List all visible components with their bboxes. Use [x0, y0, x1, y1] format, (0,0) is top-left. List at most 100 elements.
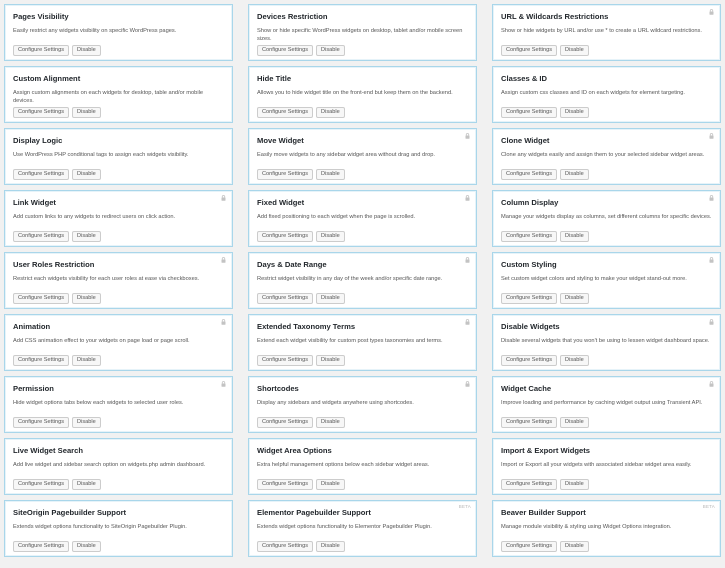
option-card-description: Import or Export all your widgets with a… — [501, 462, 692, 468]
option-card-animation: Animation Add CSS animation effect to you… — [4, 314, 233, 371]
option-card-title: Fixed Widget — [257, 198, 305, 207]
configure-settings-button[interactable]: Configure Settings — [257, 45, 314, 56]
configure-settings-button[interactable]: Configure Settings — [501, 355, 558, 366]
configure-settings-button[interactable]: Configure Settings — [257, 417, 314, 428]
option-card-permission: Permission Hide widget options tabs below… — [4, 376, 233, 433]
configure-settings-button[interactable]: Configure Settings — [257, 293, 314, 304]
lock-icon — [709, 195, 714, 201]
widget-options-grid: Pages Visibility Easily restrict any widg… — [4, 4, 722, 557]
option-card-title: Devices Restriction — [257, 12, 328, 21]
disable-button[interactable]: Disable — [72, 231, 101, 242]
disable-button[interactable]: Disable — [316, 45, 345, 56]
configure-settings-button[interactable]: Configure Settings — [13, 107, 70, 118]
option-card-devices-restriction: Devices Restriction Show or hide specific… — [248, 4, 477, 61]
lock-icon — [221, 195, 226, 201]
lock-icon — [709, 319, 714, 325]
option-card-live-widget-search: Live Widget Search Add live widget and si… — [4, 438, 233, 495]
option-card-description: Add custom links to any widgets to redir… — [13, 214, 176, 220]
disable-button[interactable]: Disable — [316, 417, 345, 428]
option-card-actions: Configure Settings Disable — [13, 541, 101, 552]
disable-button[interactable]: Disable — [72, 479, 101, 490]
disable-button[interactable]: Disable — [316, 107, 345, 118]
option-card-description: Improve loading and performance by cachi… — [501, 400, 703, 406]
option-card-description: Use WordPress PHP conditional tags to as… — [13, 152, 189, 158]
disable-button[interactable]: Disable — [560, 107, 589, 118]
option-card-actions: Configure Settings Disable — [257, 479, 345, 490]
option-card-description: Show or hide specific WordPress widgets … — [257, 28, 463, 42]
disable-button[interactable]: Disable — [560, 169, 589, 180]
configure-settings-button[interactable]: Configure Settings — [257, 479, 314, 490]
configure-settings-button[interactable]: Configure Settings — [13, 231, 70, 242]
disable-button[interactable]: Disable — [72, 541, 101, 552]
disable-button[interactable]: Disable — [72, 355, 101, 366]
option-card-description: Add live widget and sidebar search optio… — [13, 462, 206, 468]
disable-button[interactable]: Disable — [560, 479, 589, 490]
configure-settings-button[interactable]: Configure Settings — [501, 417, 558, 428]
option-card-actions: Configure Settings Disable — [501, 231, 589, 242]
disable-button[interactable]: Disable — [316, 541, 345, 552]
option-card-fixed-widget: Fixed Widget Add fixed positioning to eac… — [248, 190, 477, 247]
option-card-description: Manage module visibility & styling using… — [501, 524, 672, 530]
beta-tag: BETA — [458, 504, 471, 509]
lock-icon — [465, 195, 470, 201]
option-card-actions: Configure Settings Disable — [501, 107, 589, 118]
configure-settings-button[interactable]: Configure Settings — [257, 355, 314, 366]
configure-settings-button[interactable]: Configure Settings — [501, 231, 558, 242]
option-card-title: Import & Export Widgets — [501, 446, 590, 455]
disable-button[interactable]: Disable — [316, 355, 345, 366]
disable-button[interactable]: Disable — [560, 231, 589, 242]
option-card-title: Elementor Pagebuilder Support — [257, 508, 371, 517]
configure-settings-button[interactable]: Configure Settings — [501, 479, 558, 490]
disable-button[interactable]: Disable — [72, 293, 101, 304]
configure-settings-button[interactable]: Configure Settings — [13, 45, 70, 56]
disable-button[interactable]: Disable — [72, 169, 101, 180]
configure-settings-button[interactable]: Configure Settings — [501, 541, 558, 552]
disable-button[interactable]: Disable — [316, 169, 345, 180]
option-card-title: Custom Styling — [501, 260, 557, 269]
option-card-actions: Configure Settings Disable — [257, 169, 345, 180]
option-card-description: Extend each widget visibility for custom… — [257, 338, 443, 344]
option-card-description: Add CSS animation effect to your widgets… — [13, 338, 190, 344]
option-card-description: Disable several widgets that you won't b… — [501, 338, 710, 344]
option-card-link-widget: Link Widget Add custom links to any widge… — [4, 190, 233, 247]
option-card-description: Add fixed positioning to each widget whe… — [257, 214, 416, 220]
configure-settings-button[interactable]: Configure Settings — [13, 169, 70, 180]
disable-button[interactable]: Disable — [316, 479, 345, 490]
disable-button[interactable]: Disable — [560, 293, 589, 304]
option-card-actions: Configure Settings Disable — [13, 169, 101, 180]
option-card-actions: Configure Settings Disable — [13, 107, 101, 118]
option-card-title: Shortcodes — [257, 384, 299, 393]
disable-button[interactable]: Disable — [72, 417, 101, 428]
disable-button[interactable]: Disable — [72, 107, 101, 118]
option-card-description: Easily restrict any widgets visibility o… — [13, 28, 177, 34]
option-card-actions: Configure Settings Disable — [13, 45, 101, 56]
beta-tag: BETA — [702, 504, 715, 509]
disable-button[interactable]: Disable — [560, 541, 589, 552]
option-card-actions: Configure Settings Disable — [501, 169, 589, 180]
configure-settings-button[interactable]: Configure Settings — [501, 107, 558, 118]
option-card-actions: Configure Settings Disable — [501, 479, 589, 490]
option-card-actions: Configure Settings Disable — [501, 45, 589, 56]
disable-button[interactable]: Disable — [316, 231, 345, 242]
configure-settings-button[interactable]: Configure Settings — [13, 541, 70, 552]
disable-button[interactable]: Disable — [560, 45, 589, 56]
configure-settings-button[interactable]: Configure Settings — [13, 479, 70, 490]
disable-button[interactable]: Disable — [560, 355, 589, 366]
disable-button[interactable]: Disable — [560, 417, 589, 428]
configure-settings-button[interactable]: Configure Settings — [501, 169, 558, 180]
lock-icon — [709, 9, 714, 15]
option-card-actions: Configure Settings Disable — [501, 541, 589, 552]
configure-settings-button[interactable]: Configure Settings — [501, 45, 558, 56]
configure-settings-button[interactable]: Configure Settings — [13, 417, 70, 428]
configure-settings-button[interactable]: Configure Settings — [501, 293, 558, 304]
configure-settings-button[interactable]: Configure Settings — [257, 231, 314, 242]
configure-settings-button[interactable]: Configure Settings — [257, 541, 314, 552]
configure-settings-button[interactable]: Configure Settings — [257, 107, 314, 118]
configure-settings-button[interactable]: Configure Settings — [13, 355, 70, 366]
disable-button[interactable]: Disable — [72, 45, 101, 56]
configure-settings-button[interactable]: Configure Settings — [13, 293, 70, 304]
option-card-custom-styling: Custom Styling Set custom widget colors a… — [492, 252, 721, 309]
configure-settings-button[interactable]: Configure Settings — [257, 169, 314, 180]
option-card-description: Set custom widget colors and styling to … — [501, 276, 687, 282]
disable-button[interactable]: Disable — [316, 293, 345, 304]
